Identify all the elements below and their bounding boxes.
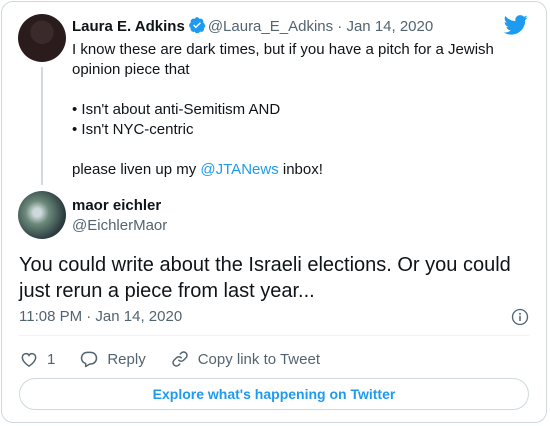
parent-tweet-bullet: • Isn't NYC-centric xyxy=(72,121,194,138)
header-separator: · xyxy=(333,18,347,35)
reply-label: Reply xyxy=(107,350,146,368)
twitter-bird-icon[interactable] xyxy=(504,15,528,35)
mention-link-jtanews[interactable]: @JTANews xyxy=(200,161,278,178)
parent-tweet-bullet: • Isn't about anti-Semitism AND xyxy=(72,101,281,118)
thread-connector-line xyxy=(41,67,43,185)
reply-author-name[interactable]: maor eichler xyxy=(72,196,167,216)
explore-twitter-button[interactable]: Explore what's happening on Twitter xyxy=(19,378,529,410)
copy-link-button[interactable]: Copy link to Tweet xyxy=(170,349,320,369)
info-icon[interactable] xyxy=(511,308,529,326)
like-button[interactable]: 1 xyxy=(19,349,55,369)
reply-icon xyxy=(81,351,98,368)
parent-tweet-line: I know these are dark times, but if you … xyxy=(72,41,494,78)
like-count: 1 xyxy=(47,350,56,368)
tweet-timestamp[interactable]: 11:08 PM · Jan 14, 2020 xyxy=(19,307,182,327)
action-bar: 1 Reply Copy link to Tweet xyxy=(19,349,344,369)
link-icon xyxy=(171,351,188,367)
verified-badge-icon xyxy=(188,17,206,34)
avatar-maor[interactable] xyxy=(18,191,66,239)
reply-author-handle[interactable]: @EichlerMaor xyxy=(72,216,167,236)
parent-tweet-text: I know these are dark times, but if you … xyxy=(72,40,512,180)
reply-button[interactable]: Reply xyxy=(79,349,146,369)
heart-icon xyxy=(21,352,37,367)
parent-tweet-header: Laura E. Adkins @Laura_E_Adkins · Jan 14,… xyxy=(72,16,433,37)
parent-tweet-closing: please liven up my @JTANews inbox! xyxy=(72,160,512,180)
tweet-embed-card: Laura E. Adkins @Laura_E_Adkins · Jan 14,… xyxy=(1,1,547,423)
reply-tweet-header: maor eichler @EichlerMaor xyxy=(72,196,167,236)
divider xyxy=(19,335,529,336)
avatar-laura[interactable] xyxy=(18,14,66,62)
closing-text: please liven up my xyxy=(72,161,201,178)
parent-author-handle[interactable]: @Laura_E_Adkins xyxy=(208,18,333,35)
parent-tweet-date[interactable]: Jan 14, 2020 xyxy=(346,18,433,35)
copy-link-label: Copy link to Tweet xyxy=(197,350,320,368)
closing-text: inbox! xyxy=(278,161,323,178)
reply-tweet-text: You could write about the Israeli electi… xyxy=(19,254,511,302)
parent-author-name[interactable]: Laura E. Adkins xyxy=(72,18,185,35)
